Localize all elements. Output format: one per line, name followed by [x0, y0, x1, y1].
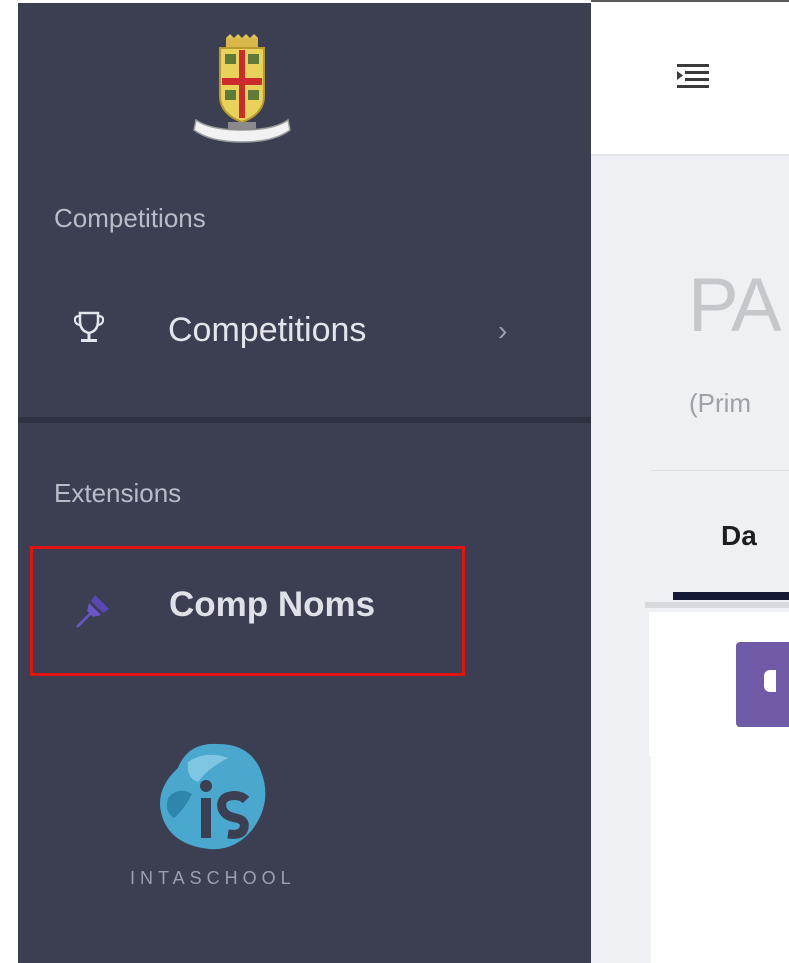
- top-bar: [591, 0, 789, 156]
- page-title: PA: [688, 263, 782, 348]
- active-tab-underline: [673, 592, 789, 600]
- main-content: PA (Prim Da: [591, 0, 789, 963]
- trophy-icon: [74, 311, 104, 342]
- tab-baseline: [645, 602, 789, 608]
- sidebar-top-border: [18, 0, 591, 3]
- chevron-right-icon: ›: [498, 315, 508, 346]
- sidebar-item-comp-noms[interactable]: Comp Noms: [30, 546, 465, 676]
- intaschool-logo-icon: [160, 743, 266, 850]
- section-label-extensions: Extensions: [54, 478, 182, 508]
- panel-edge: [649, 756, 651, 963]
- sidebar-item-competitions[interactable]: Competitions ›: [18, 289, 591, 375]
- sidebar-divider: [18, 417, 591, 423]
- school-crest-icon: [193, 34, 291, 143]
- menu-toggle-icon[interactable]: [677, 64, 709, 90]
- pin-icon: [76, 595, 109, 628]
- left-edge: [0, 0, 18, 963]
- button-glyph-icon: [764, 670, 776, 692]
- sidebar-item-label: Competitions: [168, 311, 367, 349]
- intaschool-brand: INTASCHOOL: [130, 868, 296, 888]
- header-separator: [651, 470, 789, 471]
- tab-active[interactable]: Da: [721, 520, 757, 552]
- sidebar: Competitions Competitions › Extensions C…: [18, 0, 591, 963]
- page-subtitle: (Prim: [689, 388, 752, 418]
- action-button[interactable]: [736, 642, 789, 727]
- section-label-competitions: Competitions: [54, 203, 206, 233]
- sidebar-item-label: Comp Noms: [169, 585, 376, 624]
